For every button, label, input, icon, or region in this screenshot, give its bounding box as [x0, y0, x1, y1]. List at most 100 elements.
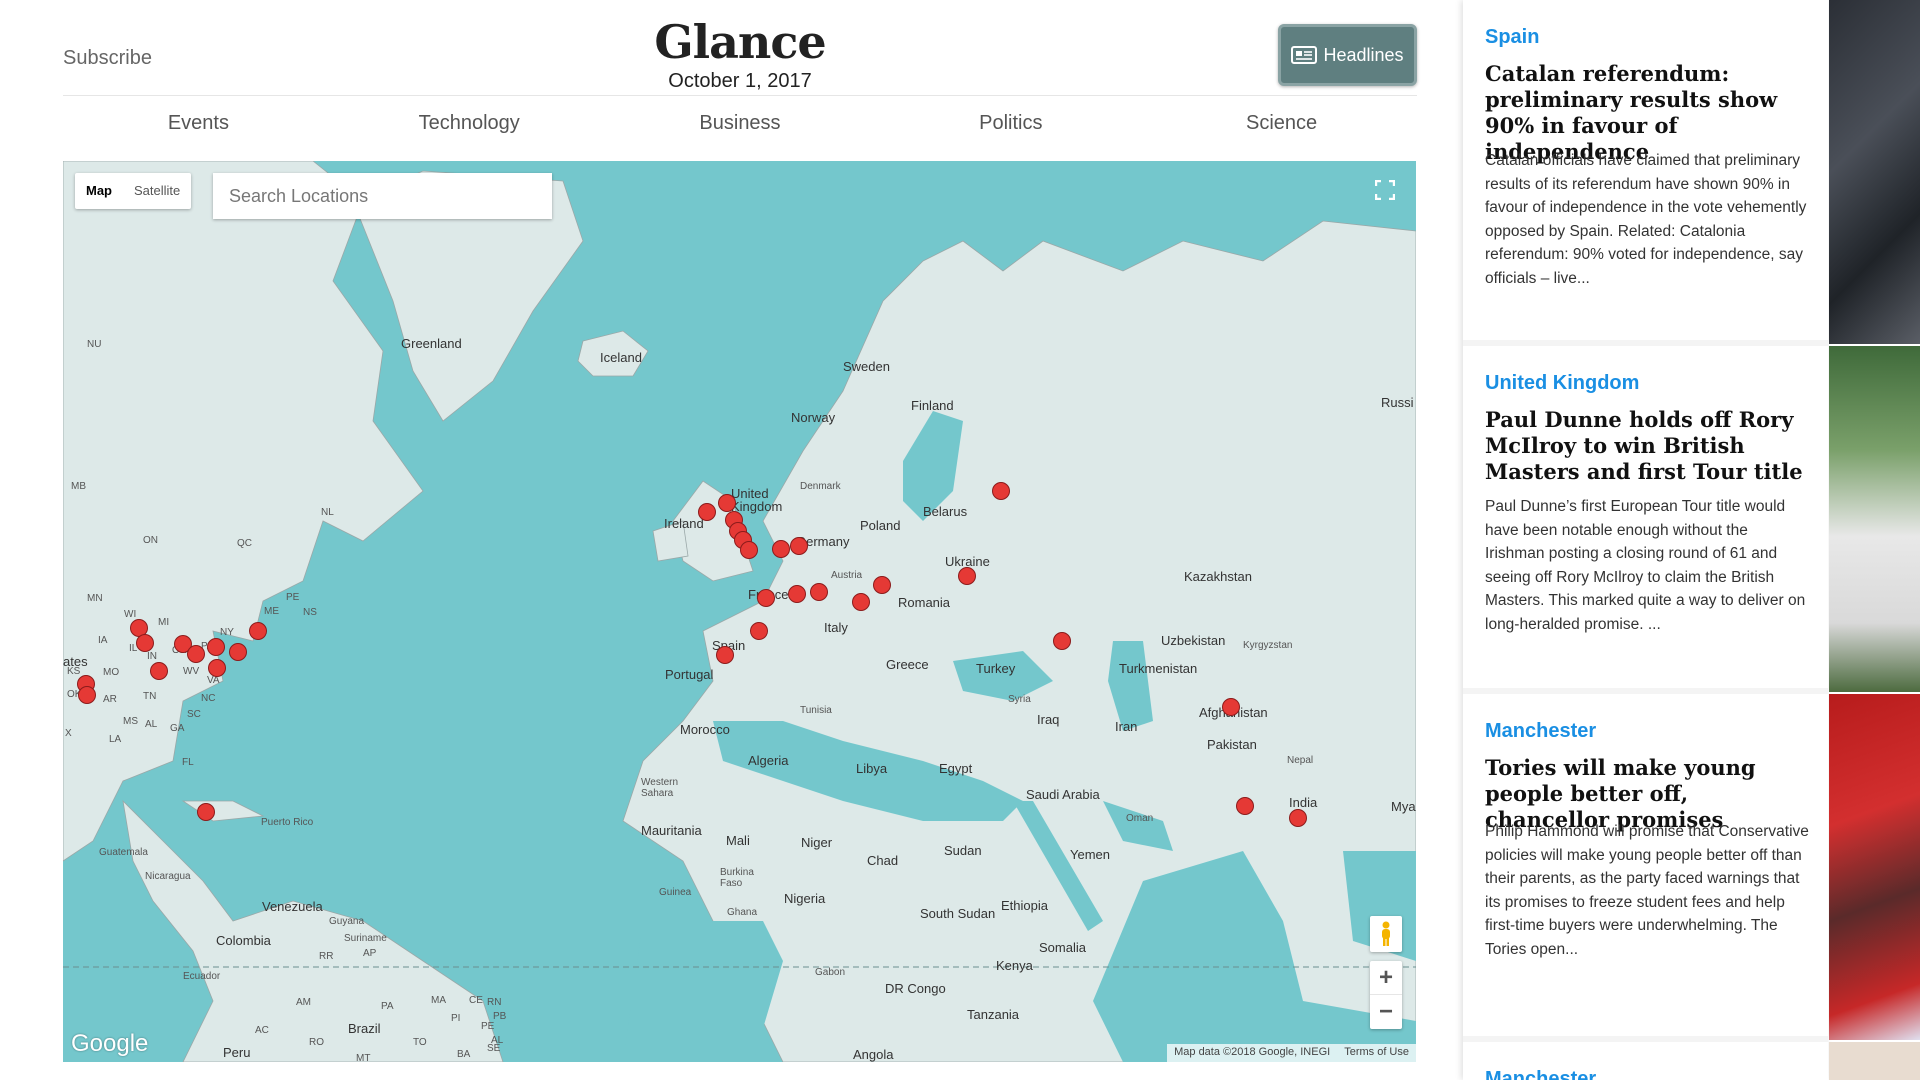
label-qc: QC — [237, 538, 252, 549]
nav-events[interactable]: Events — [63, 112, 334, 140]
map-marker[interactable] — [78, 686, 96, 704]
map-marker[interactable] — [718, 494, 736, 512]
map-marker[interactable] — [1289, 809, 1307, 827]
map-marker[interactable] — [1053, 632, 1071, 650]
nav-technology[interactable]: Technology — [334, 112, 605, 140]
label-norway: Norway — [791, 410, 836, 425]
label-algeria: Algeria — [748, 753, 789, 768]
map-marker[interactable] — [150, 662, 168, 680]
zoom-out-button[interactable]: − — [1370, 995, 1402, 1029]
map-marker[interactable] — [757, 589, 775, 607]
label-greece: Greece — [886, 657, 929, 672]
map-marker[interactable] — [197, 803, 215, 821]
map-marker[interactable] — [716, 646, 734, 664]
zoom-in-button[interactable]: + — [1370, 961, 1402, 995]
map-marker[interactable] — [852, 593, 870, 611]
news-category[interactable]: Manchester — [1485, 720, 1596, 743]
map-marker[interactable] — [1236, 797, 1254, 815]
map-marker[interactable] — [873, 576, 891, 594]
street-view-pegman[interactable] — [1370, 916, 1402, 952]
label-la: LA — [109, 734, 122, 745]
label-russia: Russi — [1381, 395, 1414, 410]
news-category[interactable]: United Kingdom — [1485, 372, 1639, 395]
news-title[interactable]: Paul Dunne holds off Rory McIlroy to win… — [1485, 407, 1815, 485]
terms-of-use-link[interactable]: Terms of Use — [1337, 1044, 1416, 1062]
map-marker[interactable] — [958, 567, 976, 585]
label-tx: X — [65, 728, 72, 739]
label-ecuador: Ecuador — [183, 971, 221, 982]
map-marker[interactable] — [187, 645, 205, 663]
label-mn: MN — [87, 593, 103, 604]
map-marker[interactable] — [1222, 698, 1240, 716]
thumbnail-person[interactable] — [1829, 1042, 1920, 1080]
nav-science[interactable]: Science — [1146, 112, 1417, 140]
label-angola: Angola — [853, 1047, 894, 1062]
map-marker[interactable] — [740, 541, 758, 559]
label-sweden: Sweden — [843, 359, 890, 374]
news-card[interactable]: Spain Catalan referendum: preliminary re… — [1463, 0, 1828, 340]
headlines-button[interactable]: Headlines — [1278, 24, 1417, 86]
label-saudi-arabia: Saudi Arabia — [1026, 787, 1100, 802]
label-ap: AP — [363, 948, 377, 959]
label-ga: GA — [170, 723, 185, 734]
label-iceland: Iceland — [600, 350, 642, 365]
label-denmark: Denmark — [800, 481, 841, 492]
map-marker[interactable] — [208, 659, 226, 677]
map-marker[interactable] — [750, 622, 768, 640]
thumbnail-crowd[interactable] — [1829, 0, 1920, 344]
label-guinea: Guinea — [659, 887, 692, 898]
thumbnail-protest[interactable] — [1829, 694, 1920, 1040]
map-type-control: Map Satellite — [75, 173, 192, 209]
map-marker[interactable] — [698, 503, 716, 521]
news-category[interactable]: Spain — [1485, 26, 1539, 49]
label-turkmenistan: Turkmenistan — [1119, 661, 1198, 676]
label-belarus: Belarus — [923, 504, 968, 519]
map-marker[interactable] — [249, 622, 267, 640]
map-marker[interactable] — [788, 585, 806, 603]
label-nu: NU — [87, 339, 102, 350]
world-map[interactable]: Greenland Iceland Sweden Norway Finland … — [63, 161, 1416, 1062]
map-marker[interactable] — [136, 634, 154, 652]
label-on: ON — [143, 535, 158, 546]
map-marker[interactable] — [207, 638, 225, 656]
news-summary: Paul Dunne’s first European Tour title w… — [1485, 498, 1806, 633]
label-am: AM — [296, 997, 311, 1008]
label-nicaragua: Nicaragua — [145, 871, 191, 882]
map-marker[interactable] — [790, 537, 808, 555]
map-data-credit: Map data ©2018 Google, INEGI — [1174, 1046, 1331, 1058]
label-ia: IA — [98, 635, 108, 646]
label-suriname: Suriname — [344, 933, 387, 944]
label-kyrgyzstan: Kyrgyzstan — [1243, 640, 1293, 651]
label-guatemala: Guatemala — [99, 847, 148, 858]
fullscreen-icon — [1375, 180, 1395, 200]
map-type-satellite-button[interactable]: Satellite — [123, 173, 191, 209]
search-locations-input[interactable] — [213, 173, 552, 219]
label-nc: NC — [201, 693, 216, 704]
news-card[interactable]: United Kingdom Paul Dunne holds off Rory… — [1463, 346, 1828, 688]
label-dr-congo: DR Congo — [885, 981, 946, 996]
label-pe: PE — [286, 592, 300, 603]
label-united-kingdom: United Kingdom — [731, 486, 783, 514]
label-ms: MS — [123, 716, 138, 727]
map-marker[interactable] — [810, 583, 828, 601]
brand-title[interactable]: Glance — [63, 14, 1417, 70]
news-card[interactable]: Manchester Tories will make young people… — [1463, 694, 1828, 1036]
label-brazil: Brazil — [348, 1021, 381, 1036]
label-syria: Syria — [1008, 694, 1031, 705]
map-marker[interactable] — [772, 540, 790, 558]
label-oman: Oman — [1126, 813, 1154, 824]
nav-business[interactable]: Business — [605, 112, 876, 140]
label-kenya: Kenya — [996, 958, 1033, 973]
label-uzbekistan: Uzbekistan — [1161, 633, 1226, 648]
glance-app: Subscribe Glance October 1, 2017 Headlin… — [0, 0, 1920, 1080]
news-category[interactable]: Manchester — [1485, 1068, 1596, 1080]
map-marker[interactable] — [229, 643, 247, 661]
news-card[interactable]: Manchester — [1463, 1042, 1828, 1080]
label-mali: Mali — [726, 833, 750, 848]
map-marker[interactable] — [992, 482, 1010, 500]
map-type-map-button[interactable]: Map — [75, 173, 123, 209]
thumbnail-golfer[interactable] — [1829, 346, 1920, 692]
label-ac: AC — [255, 1025, 269, 1036]
fullscreen-button[interactable] — [1368, 173, 1402, 207]
nav-politics[interactable]: Politics — [875, 112, 1146, 140]
